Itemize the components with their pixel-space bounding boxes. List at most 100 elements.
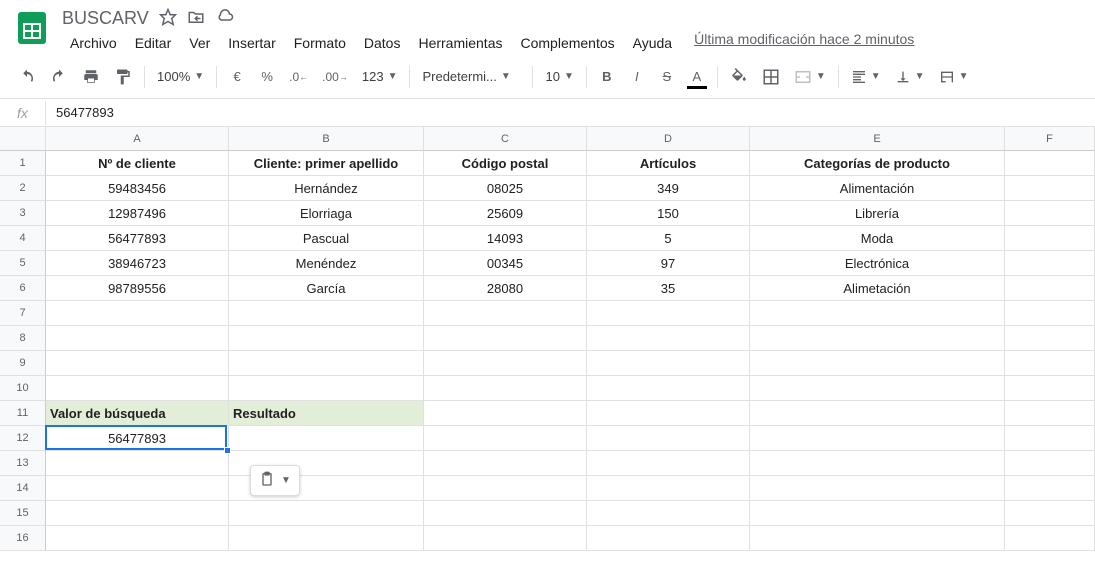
cell-c6[interactable]: 28080 xyxy=(424,276,587,301)
star-icon[interactable] xyxy=(159,8,177,29)
cell-d11[interactable] xyxy=(587,401,750,426)
cell-a16[interactable] xyxy=(46,526,229,551)
cell-d2[interactable]: 349 xyxy=(587,176,750,201)
cell-f14[interactable] xyxy=(1005,476,1095,501)
cell-c7[interactable] xyxy=(424,301,587,326)
vertical-align-button[interactable]: ▼ xyxy=(889,65,931,89)
cell-b10[interactable] xyxy=(229,376,424,401)
cell-f10[interactable] xyxy=(1005,376,1095,401)
col-header-e[interactable]: E xyxy=(750,127,1005,151)
cell-c10[interactable] xyxy=(424,376,587,401)
cell-c1[interactable]: Código postal xyxy=(424,151,587,176)
text-wrap-button[interactable]: ▼ xyxy=(933,65,975,89)
cell-e9[interactable] xyxy=(750,351,1005,376)
row-header-2[interactable]: 2 xyxy=(0,176,46,201)
horizontal-align-button[interactable]: ▼ xyxy=(845,65,887,89)
strikethrough-button[interactable]: S xyxy=(653,63,681,91)
redo-button[interactable] xyxy=(44,63,74,91)
cell-c8[interactable] xyxy=(424,326,587,351)
cell-c5[interactable]: 00345 xyxy=(424,251,587,276)
cell-d3[interactable]: 150 xyxy=(587,201,750,226)
cell-d14[interactable] xyxy=(587,476,750,501)
cell-a3[interactable]: 12987496 xyxy=(46,201,229,226)
cell-a9[interactable] xyxy=(46,351,229,376)
row-header-9[interactable]: 9 xyxy=(0,351,46,376)
cell-a2[interactable]: 59483456 xyxy=(46,176,229,201)
cell-f16[interactable] xyxy=(1005,526,1095,551)
row-header-1[interactable]: 1 xyxy=(0,151,46,176)
cell-f9[interactable] xyxy=(1005,351,1095,376)
cell-f8[interactable] xyxy=(1005,326,1095,351)
cell-f3[interactable] xyxy=(1005,201,1095,226)
cell-b7[interactable] xyxy=(229,301,424,326)
font-family-select[interactable]: Predetermi...▼ xyxy=(416,65,526,88)
font-size-select[interactable]: 10▼ xyxy=(539,65,579,88)
menu-herramientas[interactable]: Herramientas xyxy=(410,31,510,55)
cell-e6[interactable]: Alimetación xyxy=(750,276,1005,301)
cell-b3[interactable]: Elorriaga xyxy=(229,201,424,226)
cell-d6[interactable]: 35 xyxy=(587,276,750,301)
cell-e14[interactable] xyxy=(750,476,1005,501)
cell-e11[interactable] xyxy=(750,401,1005,426)
cell-b16[interactable] xyxy=(229,526,424,551)
percent-button[interactable]: % xyxy=(253,63,281,91)
print-button[interactable] xyxy=(76,63,106,91)
cell-f5[interactable] xyxy=(1005,251,1095,276)
cell-a14[interactable] xyxy=(46,476,229,501)
cell-a6[interactable]: 98789556 xyxy=(46,276,229,301)
cell-e8[interactable] xyxy=(750,326,1005,351)
cell-b2[interactable]: Hernández xyxy=(229,176,424,201)
cell-d5[interactable]: 97 xyxy=(587,251,750,276)
text-color-button[interactable]: A xyxy=(683,63,711,91)
cell-b12[interactable] xyxy=(229,426,424,451)
cell-a1[interactable]: Nº de cliente xyxy=(46,151,229,176)
cell-a8[interactable] xyxy=(46,326,229,351)
paint-format-button[interactable] xyxy=(108,63,138,91)
cell-b11[interactable]: Resultado xyxy=(229,401,424,426)
menu-insertar[interactable]: Insertar xyxy=(220,31,283,55)
col-header-b[interactable]: B xyxy=(229,127,424,151)
cell-e4[interactable]: Moda xyxy=(750,226,1005,251)
row-header-3[interactable]: 3 xyxy=(0,201,46,226)
cell-d10[interactable] xyxy=(587,376,750,401)
col-header-d[interactable]: D xyxy=(587,127,750,151)
cell-d7[interactable] xyxy=(587,301,750,326)
cell-e7[interactable] xyxy=(750,301,1005,326)
cell-c15[interactable] xyxy=(424,501,587,526)
increase-decimal-button[interactable]: .00→ xyxy=(316,63,354,91)
cell-e12[interactable] xyxy=(750,426,1005,451)
cell-a12[interactable]: 56477893 xyxy=(46,426,229,451)
row-header-10[interactable]: 10 xyxy=(0,376,46,401)
col-header-f[interactable]: F xyxy=(1005,127,1095,151)
cell-b8[interactable] xyxy=(229,326,424,351)
cell-c11[interactable] xyxy=(424,401,587,426)
row-header-5[interactable]: 5 xyxy=(0,251,46,276)
cell-d9[interactable] xyxy=(587,351,750,376)
cell-f12[interactable] xyxy=(1005,426,1095,451)
cell-b6[interactable]: García xyxy=(229,276,424,301)
cell-a7[interactable] xyxy=(46,301,229,326)
row-header-15[interactable]: 15 xyxy=(0,501,46,526)
cell-c16[interactable] xyxy=(424,526,587,551)
cell-f6[interactable] xyxy=(1005,276,1095,301)
cell-e1[interactable]: Categorías de producto xyxy=(750,151,1005,176)
row-header-13[interactable]: 13 xyxy=(0,451,46,476)
cell-d15[interactable] xyxy=(587,501,750,526)
cell-d16[interactable] xyxy=(587,526,750,551)
move-icon[interactable] xyxy=(187,8,205,29)
menu-editar[interactable]: Editar xyxy=(127,31,180,55)
cell-e16[interactable] xyxy=(750,526,1005,551)
cell-c3[interactable]: 25609 xyxy=(424,201,587,226)
sheets-logo-icon[interactable] xyxy=(12,8,52,48)
cell-c4[interactable]: 14093 xyxy=(424,226,587,251)
row-header-7[interactable]: 7 xyxy=(0,301,46,326)
currency-button[interactable]: € xyxy=(223,63,251,91)
row-header-14[interactable]: 14 xyxy=(0,476,46,501)
menu-formato[interactable]: Formato xyxy=(286,31,354,55)
row-header-16[interactable]: 16 xyxy=(0,526,46,551)
cell-a10[interactable] xyxy=(46,376,229,401)
cell-b9[interactable] xyxy=(229,351,424,376)
cell-b1[interactable]: Cliente: primer apellido xyxy=(229,151,424,176)
cell-c14[interactable] xyxy=(424,476,587,501)
cell-f2[interactable] xyxy=(1005,176,1095,201)
